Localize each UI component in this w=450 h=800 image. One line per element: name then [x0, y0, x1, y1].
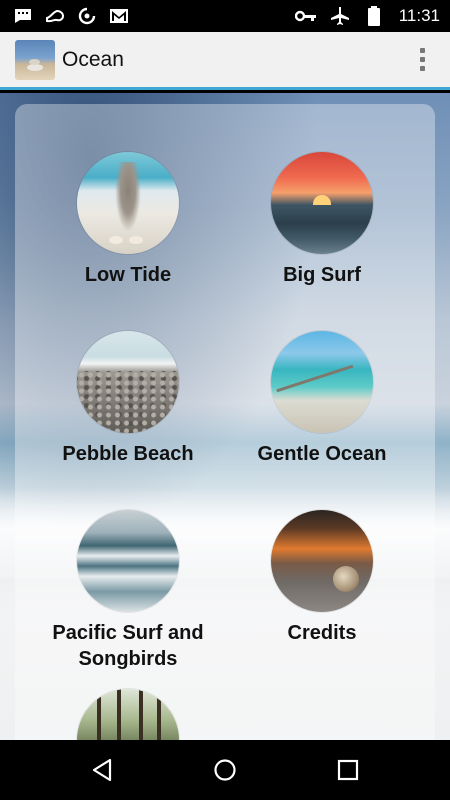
- tile-label: Pebble Beach: [62, 443, 194, 465]
- tile-pacific-surf[interactable]: Pacific Surf and Songbirds: [33, 510, 223, 672]
- gentle-ocean-thumbnail[interactable]: [271, 331, 373, 433]
- chat-icon: [12, 6, 34, 26]
- recents-icon[interactable]: [326, 748, 370, 792]
- tile-label: Credits: [287, 622, 357, 644]
- steam-icon: [44, 6, 66, 26]
- low-tide-thumbnail[interactable]: [77, 152, 179, 254]
- app-logo: [15, 39, 55, 80]
- back-icon[interactable]: [80, 748, 124, 792]
- big-surf-thumbnail[interactable]: [271, 152, 373, 254]
- tile-label: Gentle Ocean: [257, 443, 387, 465]
- credits-thumbnail[interactable]: [271, 510, 373, 612]
- tile-low-tide[interactable]: Low Tide: [33, 152, 223, 288]
- gmail-icon: [108, 6, 130, 26]
- status-bar: 11:31: [0, 0, 450, 32]
- battery-icon: [363, 6, 385, 26]
- app-bar: Ocean: [0, 32, 450, 90]
- sounds-panel: Low Tide Big Surf Pebble Beach Gentle Oc…: [15, 104, 435, 791]
- status-time: 11:31: [398, 6, 440, 25]
- tile-big-surf[interactable]: Big Surf: [227, 152, 417, 288]
- airplane-icon: [329, 6, 351, 26]
- tile-pebble-beach[interactable]: Pebble Beach: [33, 331, 223, 467]
- pebble-beach-thumbnail[interactable]: [77, 331, 179, 433]
- pacific-surf-thumbnail[interactable]: [77, 510, 179, 612]
- tile-label: Big Surf: [283, 264, 361, 286]
- app-title: Ocean: [62, 47, 124, 71]
- tile-label: Pacific Surf and Songbirds: [52, 622, 204, 670]
- tile-gentle-ocean[interactable]: Gentle Ocean: [227, 331, 417, 467]
- tile-label: Low Tide: [84, 264, 172, 286]
- tile-credits[interactable]: Credits: [227, 510, 417, 646]
- navigation-bar: [0, 740, 450, 800]
- key-icon: [294, 6, 317, 26]
- screen: 11:31 Ocean Low Tide Big Surf Pebble Bea…: [0, 0, 450, 800]
- home-icon[interactable]: [203, 748, 247, 792]
- refresh-icon: [76, 6, 98, 26]
- overflow-menu-icon[interactable]: [402, 35, 442, 85]
